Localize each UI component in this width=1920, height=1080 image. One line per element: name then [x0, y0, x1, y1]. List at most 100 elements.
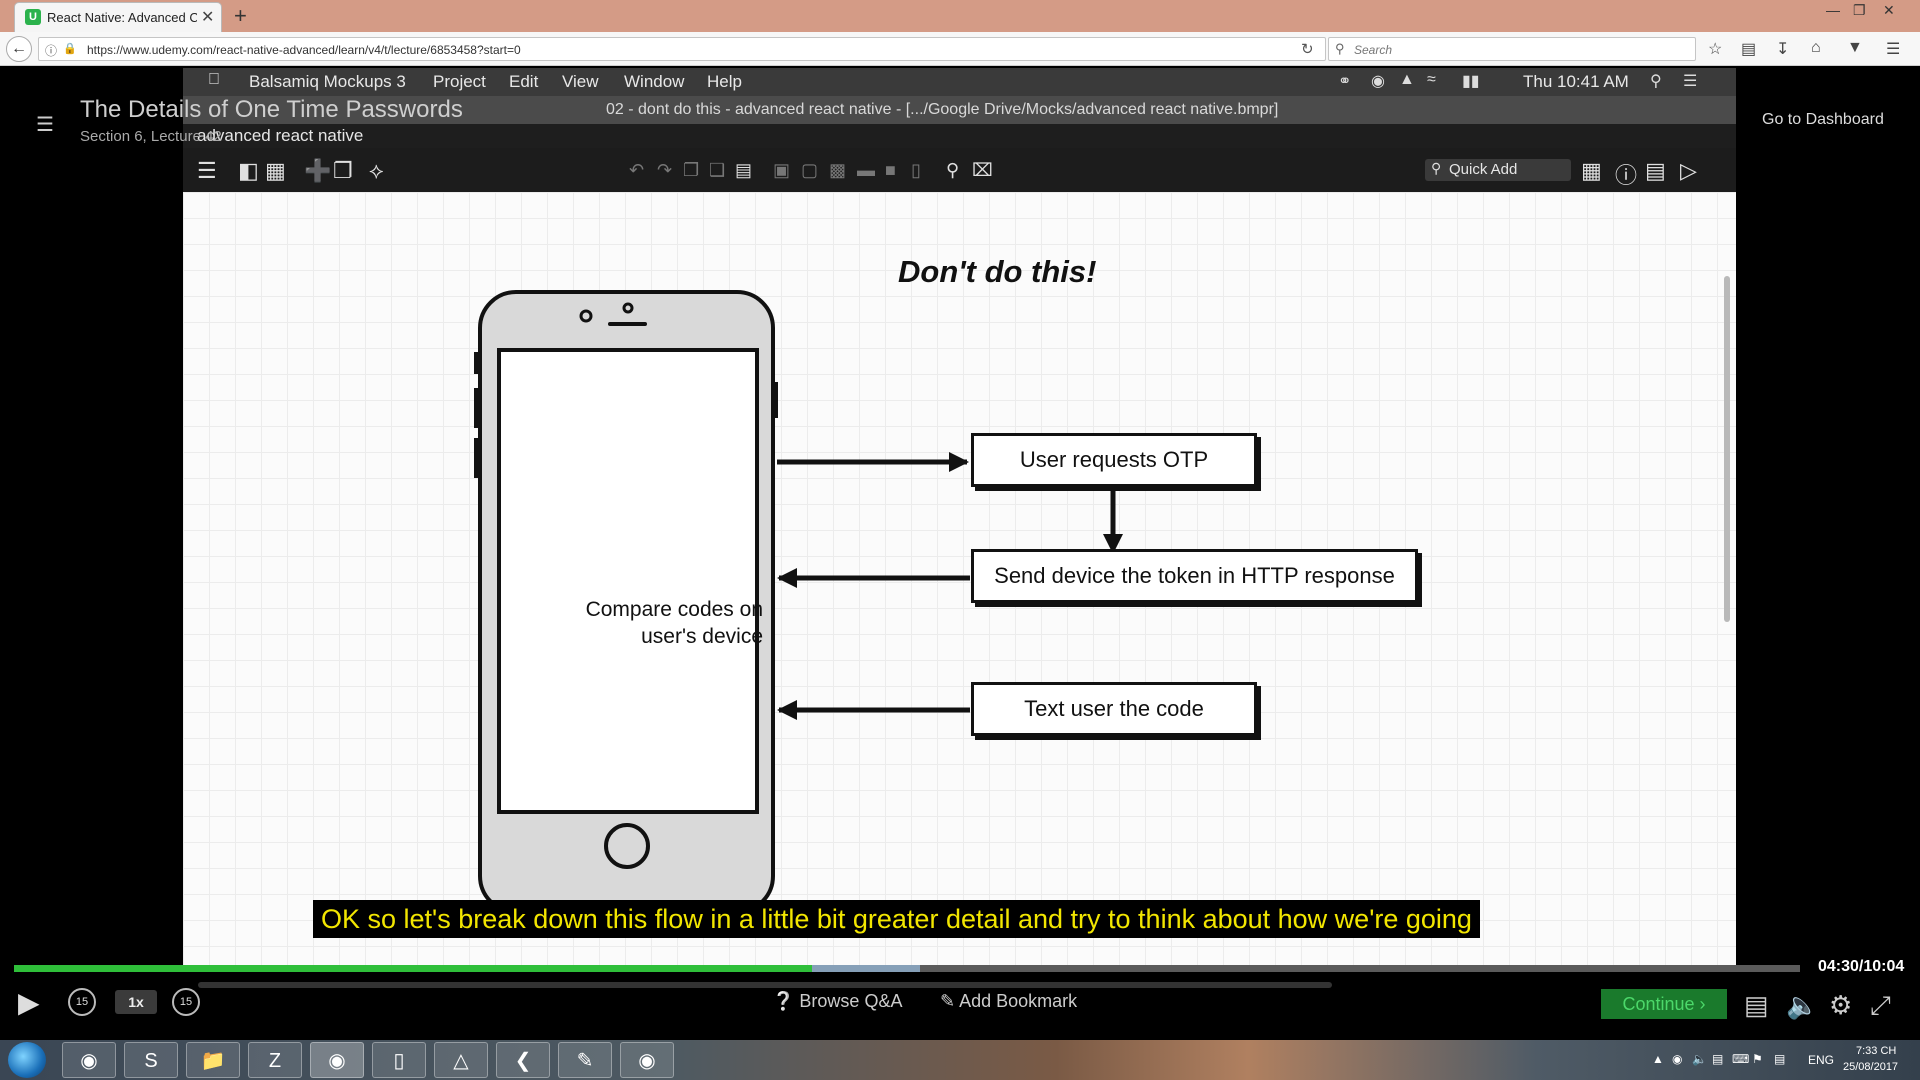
download-icon[interactable]: ↧	[1776, 39, 1789, 59]
firefox-taskbar-icon[interactable]: ◉	[310, 1042, 364, 1078]
info-icon[interactable]: ⓘ	[45, 42, 57, 59]
add-bookmark-button[interactable]: ✎ Add Bookmark	[940, 991, 1077, 1012]
window-close-icon[interactable]: ✕	[1883, 2, 1895, 19]
redo-icon[interactable]: ↷	[657, 160, 672, 181]
fit-icon[interactable]: ⌧	[972, 160, 993, 181]
add-icon[interactable]: ➕	[304, 158, 331, 184]
playback-speed-button[interactable]: 1x	[115, 990, 157, 1014]
video-frame[interactable]:  Balsamiq Mockups 3 Project Edit View W…	[183, 68, 1736, 970]
captions-icon[interactable]: ▤	[1744, 990, 1769, 1021]
tray-app-icon[interactable]: ◉	[1672, 1052, 1682, 1066]
duplicate-icon[interactable]: ❐	[333, 158, 353, 184]
minimize-icon[interactable]: —	[1826, 2, 1840, 18]
mac-clock: Thu 10:41 AM	[1523, 72, 1629, 91]
taskbar-clock-date[interactable]: 25/08/2017	[1843, 1061, 1898, 1073]
menu-icon[interactable]: ☰	[197, 158, 217, 184]
url-bar[interactable]: ⓘ 🔒 https://www.udemy.com/react-native-a…	[38, 37, 1326, 61]
mac-menu-edit: Edit	[509, 72, 539, 91]
copy-icon[interactable]: ❐	[683, 160, 699, 181]
search-input[interactable]: ⚲ Search	[1328, 37, 1696, 61]
ungroup-icon[interactable]: ▢	[801, 160, 818, 181]
hamburger-menu-icon[interactable]: ☰	[1886, 39, 1900, 59]
delete-icon[interactable]: ▯	[911, 160, 921, 181]
drive-icon: ▲	[1399, 71, 1415, 88]
lock-icon: 🔒	[63, 43, 77, 55]
browser-tab[interactable]: U React Native: Advanced Cor ✕	[14, 2, 222, 32]
tray-keyboard-icon[interactable]: ⌨	[1732, 1052, 1749, 1066]
volume-icon[interactable]: 🔈	[1786, 990, 1818, 1021]
zalo-taskbar-icon[interactable]: Z	[248, 1042, 302, 1078]
curriculum-menu-icon[interactable]: ☰	[36, 112, 54, 137]
tab-close-icon[interactable]: ✕	[201, 7, 214, 27]
restore-icon[interactable]: ❐	[1853, 2, 1866, 19]
skype-taskbar-icon[interactable]: S	[124, 1042, 178, 1078]
new-tab-button[interactable]: +	[234, 3, 247, 29]
reading-list-icon[interactable]: ▤	[1741, 39, 1756, 59]
mac-menu-project: Project	[433, 72, 486, 91]
panel-icon[interactable]: ◧	[238, 158, 259, 184]
group-icon[interactable]: ▣	[773, 160, 790, 181]
paste-icon[interactable]: ▤	[735, 160, 752, 181]
quick-add-input[interactable]: ⚲ Quick Add	[1425, 159, 1571, 181]
taskbar-clock-time[interactable]: 7:33 CH	[1856, 1045, 1896, 1057]
bookmark-icon: ✎	[940, 991, 960, 1011]
language-indicator[interactable]: ENG	[1808, 1053, 1834, 1067]
info-panel-icon[interactable]: ⓘ	[1615, 158, 1637, 190]
arrange-icon[interactable]: ⟡	[369, 158, 384, 184]
bookmark-star-icon[interactable]: ☆	[1708, 39, 1722, 59]
browser-tab-strip: U React Native: Advanced Cor ✕ + — ❐ ✕	[0, 0, 1920, 32]
balsamiq-canvas[interactable]: Don't do this! User requests OTP Send de…	[183, 192, 1736, 970]
continue-label: Continue	[1622, 994, 1695, 1014]
ui-library-icon[interactable]: ▦	[1581, 158, 1602, 184]
lock-control-icon[interactable]: ■	[885, 160, 896, 181]
forward-15-button[interactable]: 15	[172, 988, 200, 1016]
cut-icon[interactable]: ❑	[709, 160, 725, 181]
notepadpp-taskbar-icon[interactable]: ✎	[558, 1042, 612, 1078]
record-icon: ◉	[1371, 73, 1385, 90]
tray-network-icon[interactable]: ▤	[1712, 1052, 1723, 1066]
rewind-15-button[interactable]: 15	[68, 988, 96, 1016]
windows-start-button[interactable]	[8, 1042, 46, 1078]
zoom-icon[interactable]: ⚲	[946, 160, 959, 181]
progress-played[interactable]	[14, 965, 813, 972]
mac-menu-help: Help	[707, 72, 742, 91]
continue-button[interactable]: Continue ›	[1601, 989, 1727, 1019]
chevron-right-icon: ›	[1699, 994, 1706, 1014]
align-icon[interactable]: ▬	[857, 160, 875, 181]
chrome-taskbar-icon[interactable]: ◉	[62, 1042, 116, 1078]
reload-icon[interactable]: ↻	[1301, 40, 1314, 58]
windows-taskbar: ◉ S 📁 Z ◉ ▯ △ ❮ ✎ ◉ ▲ ◉ 🔈 ▤ ⌨ ⚑ ▤ ENG 7:…	[0, 1040, 1920, 1080]
undo-icon[interactable]: ↶	[629, 160, 644, 181]
home-icon[interactable]: ⌂	[1811, 39, 1821, 57]
fullscreen-icon[interactable]: ⤢	[1870, 990, 1891, 1022]
video-subtitle: OK so let's break down this flow in a li…	[313, 900, 1480, 938]
browser-toolbar: ← ⓘ 🔒 https://www.udemy.com/react-native…	[0, 32, 1920, 66]
vscode-taskbar-icon[interactable]: ❮	[496, 1042, 550, 1078]
paint-taskbar-icon[interactable]: ◉	[620, 1042, 674, 1078]
compare-line-1: Compare codes on	[585, 598, 763, 621]
play-button[interactable]: ▶	[18, 986, 40, 1019]
url-text[interactable]: https://www.udemy.com/react-native-advan…	[87, 43, 521, 57]
presentation-icon[interactable]: ▷	[1680, 158, 1697, 184]
balsamiq-project-bar: advanced react native	[183, 124, 1736, 148]
apple-icon: 	[208, 71, 220, 89]
go-to-dashboard-link[interactable]: Go to Dashboard	[1762, 111, 1884, 129]
notepad-taskbar-icon[interactable]: ▯	[372, 1042, 426, 1078]
back-button[interactable]: ←	[6, 36, 32, 62]
pocket-icon[interactable]: ▼	[1847, 39, 1863, 57]
tray-flag-icon[interactable]: ⚑	[1752, 1052, 1763, 1066]
settings-gear-icon[interactable]: ⚙	[1829, 990, 1852, 1021]
tray-network-wired-icon[interactable]: ▤	[1774, 1052, 1785, 1066]
notification-center-icon: ☰	[1683, 73, 1698, 90]
explorer-taskbar-icon[interactable]: 📁	[186, 1042, 240, 1078]
browse-qa-button[interactable]: ❔ Browse Q&A	[772, 991, 902, 1012]
tray-expand-icon[interactable]: ▲	[1652, 1052, 1664, 1066]
phone-and-arrows-drawing	[474, 290, 1123, 914]
atom-taskbar-icon[interactable]: △	[434, 1042, 488, 1078]
mac-menu-view: View	[562, 72, 599, 91]
quick-add-label: Quick Add	[1449, 161, 1518, 178]
tray-volume-icon[interactable]: 🔈	[1692, 1052, 1707, 1066]
bring-front-icon[interactable]: ▩	[829, 160, 846, 181]
grid-view-icon[interactable]: ▦	[265, 158, 286, 184]
notes-icon[interactable]: ▤	[1645, 158, 1666, 184]
